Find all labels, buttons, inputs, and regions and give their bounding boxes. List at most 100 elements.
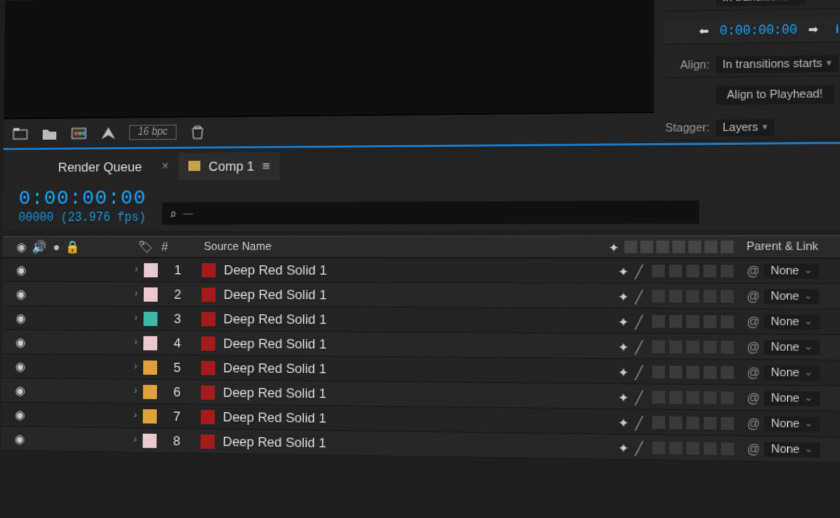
layer-name[interactable]: Deep Red Solid 1 xyxy=(223,311,618,328)
pickwhip-icon[interactable]: @ xyxy=(747,390,760,405)
visibility-toggle[interactable]: ◉ xyxy=(15,431,25,445)
layer-name[interactable]: Deep Red Solid 1 xyxy=(223,409,618,429)
parent-dropdown[interactable]: None xyxy=(764,390,819,405)
folder-icon[interactable] xyxy=(41,125,59,141)
parent-dropdown[interactable]: None xyxy=(765,441,820,457)
trash-icon[interactable] xyxy=(189,124,207,140)
pickwhip-icon[interactable]: @ xyxy=(747,263,760,278)
expand-chevron-icon[interactable]: › xyxy=(133,434,136,445)
solo-icon[interactable]: ● xyxy=(53,240,60,254)
layer-switches[interactable]: ✦╱ xyxy=(618,340,740,353)
label-color[interactable] xyxy=(143,409,157,423)
expand-chevron-icon[interactable]: › xyxy=(134,361,137,372)
project-icon[interactable] xyxy=(11,125,29,141)
expand-chevron-icon[interactable]: › xyxy=(134,288,137,299)
eye-icon[interactable]: ◉ xyxy=(16,240,26,254)
layer-switches[interactable]: ✦╱ xyxy=(618,415,740,429)
parent-dropdown[interactable]: None xyxy=(764,365,819,380)
layer-switches[interactable]: ✦╱ xyxy=(618,390,740,404)
label-color[interactable] xyxy=(144,311,158,325)
layer-switches[interactable]: ✦╱ xyxy=(618,314,740,327)
label-color[interactable] xyxy=(143,384,157,398)
expand-chevron-icon[interactable]: › xyxy=(135,264,138,275)
color-depth-button[interactable]: 16 bpc xyxy=(129,125,177,141)
expand-chevron-icon[interactable]: › xyxy=(134,313,137,324)
index-header: # xyxy=(161,240,168,254)
parent-dropdown[interactable]: None xyxy=(764,339,819,354)
solid-swatch xyxy=(201,336,215,350)
folder-icon xyxy=(189,161,201,171)
lock-icon[interactable]: 🔒 xyxy=(66,240,81,254)
visibility-toggle[interactable]: ◉ xyxy=(16,311,26,325)
layer-index: 6 xyxy=(167,384,187,399)
next-arrow-icon[interactable]: ➡ xyxy=(804,23,823,37)
layer-name[interactable]: Deep Red Solid 1 xyxy=(223,434,618,455)
label-color[interactable] xyxy=(143,433,157,447)
pickwhip-icon[interactable]: @ xyxy=(747,365,760,380)
layer-name[interactable]: Deep Red Solid 1 xyxy=(223,336,618,354)
info-icon[interactable]: i xyxy=(836,23,839,36)
expand-chevron-icon[interactable]: › xyxy=(134,410,137,421)
layer-switches[interactable]: ✦╱ xyxy=(618,289,740,302)
switch-icons[interactable]: ✦ xyxy=(608,241,740,254)
visibility-toggle[interactable]: ◉ xyxy=(15,407,25,421)
pickwhip-icon[interactable]: @ xyxy=(747,339,760,354)
label-icon[interactable]: 🏷 xyxy=(138,240,153,254)
layer-switches[interactable]: ✦╱ xyxy=(618,365,740,379)
align-dropdown[interactable]: In transitions starts xyxy=(716,55,838,73)
solid-swatch xyxy=(201,360,215,374)
layer-index: 7 xyxy=(167,408,187,424)
pickwhip-icon[interactable]: @ xyxy=(747,289,760,304)
visibility-toggle[interactable]: ◉ xyxy=(15,383,25,397)
comp-icon[interactable] xyxy=(70,125,88,141)
align-playhead-button[interactable]: Align to Playhead! xyxy=(716,85,834,105)
parent-dropdown[interactable]: None xyxy=(764,314,819,329)
visibility-toggle[interactable]: ◉ xyxy=(15,335,25,349)
visibility-toggle[interactable]: ◉ xyxy=(16,263,26,277)
stagger-dropdown[interactable]: Layers xyxy=(716,119,774,136)
label-color[interactable] xyxy=(144,287,158,301)
audio-icon[interactable]: 🔊 xyxy=(32,240,47,254)
layer-name[interactable]: Deep Red Solid 1 xyxy=(223,385,618,405)
prev-arrow-icon[interactable]: ⬅ xyxy=(695,24,713,38)
layer-switches[interactable]: ✦╱ xyxy=(618,264,740,277)
solid-swatch xyxy=(201,385,215,399)
visibility-toggle[interactable]: ◉ xyxy=(16,287,26,301)
pickwhip-icon[interactable]: @ xyxy=(747,416,760,431)
layer-name[interactable]: Deep Red Solid 1 xyxy=(223,360,618,379)
tab-render-queue[interactable]: Render Queue xyxy=(48,152,152,180)
align-label: Align: xyxy=(665,58,710,71)
expand-chevron-icon[interactable]: › xyxy=(134,386,137,397)
visibility-toggle[interactable]: ◉ xyxy=(15,359,25,373)
label-color[interactable] xyxy=(144,263,158,277)
parent-link-header[interactable]: Parent & Link xyxy=(740,240,840,253)
parent-dropdown[interactable]: None xyxy=(764,289,819,304)
label-color[interactable] xyxy=(143,360,157,374)
send-icon[interactable] xyxy=(99,125,117,141)
label-color[interactable] xyxy=(143,336,157,350)
parent-dropdown[interactable]: None xyxy=(764,263,819,278)
pickwhip-icon[interactable]: @ xyxy=(747,314,760,329)
panel-menu-icon[interactable]: ≡ xyxy=(262,158,270,173)
layer-row[interactable]: ◉›2Deep Red Solid 1✦╱@None xyxy=(2,282,840,310)
layer-row[interactable]: ◉›1Deep Red Solid 1✦╱@None xyxy=(2,258,840,284)
tab-comp[interactable]: Comp 1 ≡ xyxy=(179,152,281,180)
info-icon[interactable]: i xyxy=(818,0,821,2)
close-icon[interactable]: × xyxy=(162,159,169,173)
solid-swatch xyxy=(201,434,215,449)
parent-dropdown[interactable]: None xyxy=(764,416,819,432)
layer-name[interactable]: Deep Red Solid 1 xyxy=(224,287,619,304)
layer-index: 4 xyxy=(167,335,187,350)
layer-name[interactable]: Deep Red Solid 1 xyxy=(224,262,618,278)
expand-chevron-icon[interactable]: › xyxy=(134,337,137,348)
search-input[interactable]: ⌕ xyxy=(162,201,699,225)
layer-switches[interactable]: ✦╱ xyxy=(618,440,740,454)
pickwhip-icon[interactable]: @ xyxy=(747,441,760,456)
layer-index: 8 xyxy=(167,433,187,449)
solid-swatch xyxy=(201,287,215,301)
current-timecode[interactable]: 0:00:00:00 xyxy=(19,187,147,211)
source-name-header[interactable]: Source Name xyxy=(198,241,609,254)
transitions-dropdown[interactable]: In transitions xyxy=(716,0,805,6)
timeline-panel: Render Queue × Comp 1 ≡ 0:00:00:00 00000… xyxy=(3,142,840,231)
panel-timecode[interactable]: 0:00:00:00 xyxy=(720,23,798,39)
